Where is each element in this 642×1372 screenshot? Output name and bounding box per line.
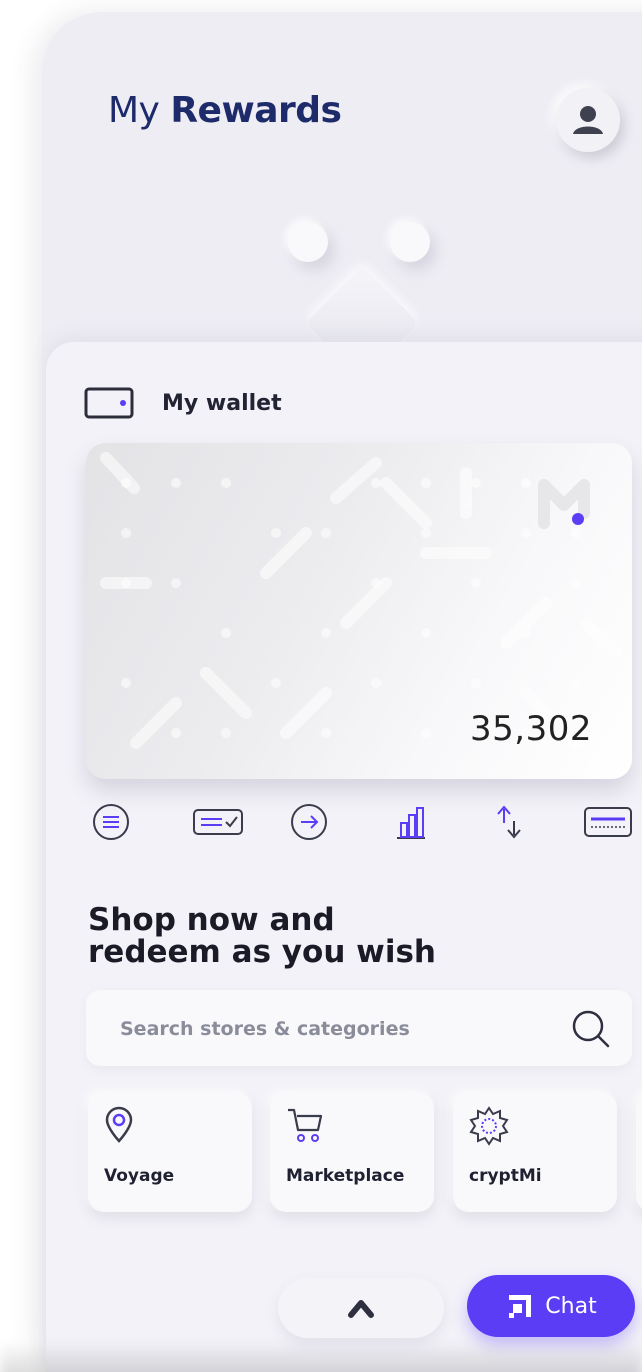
avatar[interactable] (556, 88, 620, 152)
chevron-up-icon (348, 1300, 374, 1318)
voucher-action[interactable] (188, 802, 248, 842)
bar-chart-icon (397, 807, 425, 839)
category-label: Voyage (104, 1166, 175, 1186)
shop-heading: Shop now and redeem as you wish (88, 902, 436, 970)
category-cryptmi[interactable]: cryptMi (453, 1092, 617, 1212)
arrow-right-circle-icon (291, 804, 327, 840)
card-actions (88, 802, 634, 842)
chat-button[interactable]: Chat (467, 1275, 635, 1337)
transfer-action[interactable] (286, 802, 332, 842)
wallet-icon (84, 387, 134, 419)
ticket-check-icon (193, 809, 243, 835)
location-pin-icon (105, 1106, 133, 1143)
card-action[interactable] (582, 802, 634, 842)
wallet-label: My wallet (162, 390, 282, 416)
search-input[interactable] (118, 1010, 542, 1048)
wallet-header: My wallet (84, 386, 282, 420)
menu-circle-icon (93, 804, 129, 840)
search-bar (86, 990, 632, 1066)
decor-dot (390, 222, 430, 262)
category-marketplace[interactable]: Marketplace (270, 1092, 434, 1212)
chat-button-label: Chat (545, 1293, 597, 1319)
menu-action[interactable] (88, 802, 134, 842)
exchange-icon (497, 805, 521, 839)
stats-action[interactable] (388, 802, 434, 842)
wallet-card[interactable]: 35,302 (86, 443, 632, 779)
user-icon (573, 106, 603, 134)
category-label: Marketplace (286, 1166, 405, 1186)
app-screen: My Rewards My wallet 35,302 Shop now and… (0, 0, 642, 1372)
crypto-badge-icon (469, 1106, 509, 1146)
exchange-action[interactable] (486, 802, 532, 842)
bottom-shadow (0, 1345, 642, 1372)
decor-dot (288, 222, 328, 262)
wallet-balance: 35,302 (470, 709, 592, 749)
cart-icon (288, 1108, 323, 1142)
category-more[interactable] (636, 1092, 642, 1212)
scroll-up-button[interactable] (278, 1278, 444, 1338)
category-voyage[interactable]: Voyage (88, 1092, 252, 1212)
page-title: My Rewards (108, 90, 342, 131)
page-title-main: Rewards (170, 90, 342, 131)
category-label: cryptMi (469, 1166, 542, 1186)
chat-icon (509, 1295, 532, 1318)
credit-card-icon (584, 807, 632, 837)
search-icon[interactable] (570, 1008, 612, 1050)
page-title-prefix: My (108, 90, 160, 131)
